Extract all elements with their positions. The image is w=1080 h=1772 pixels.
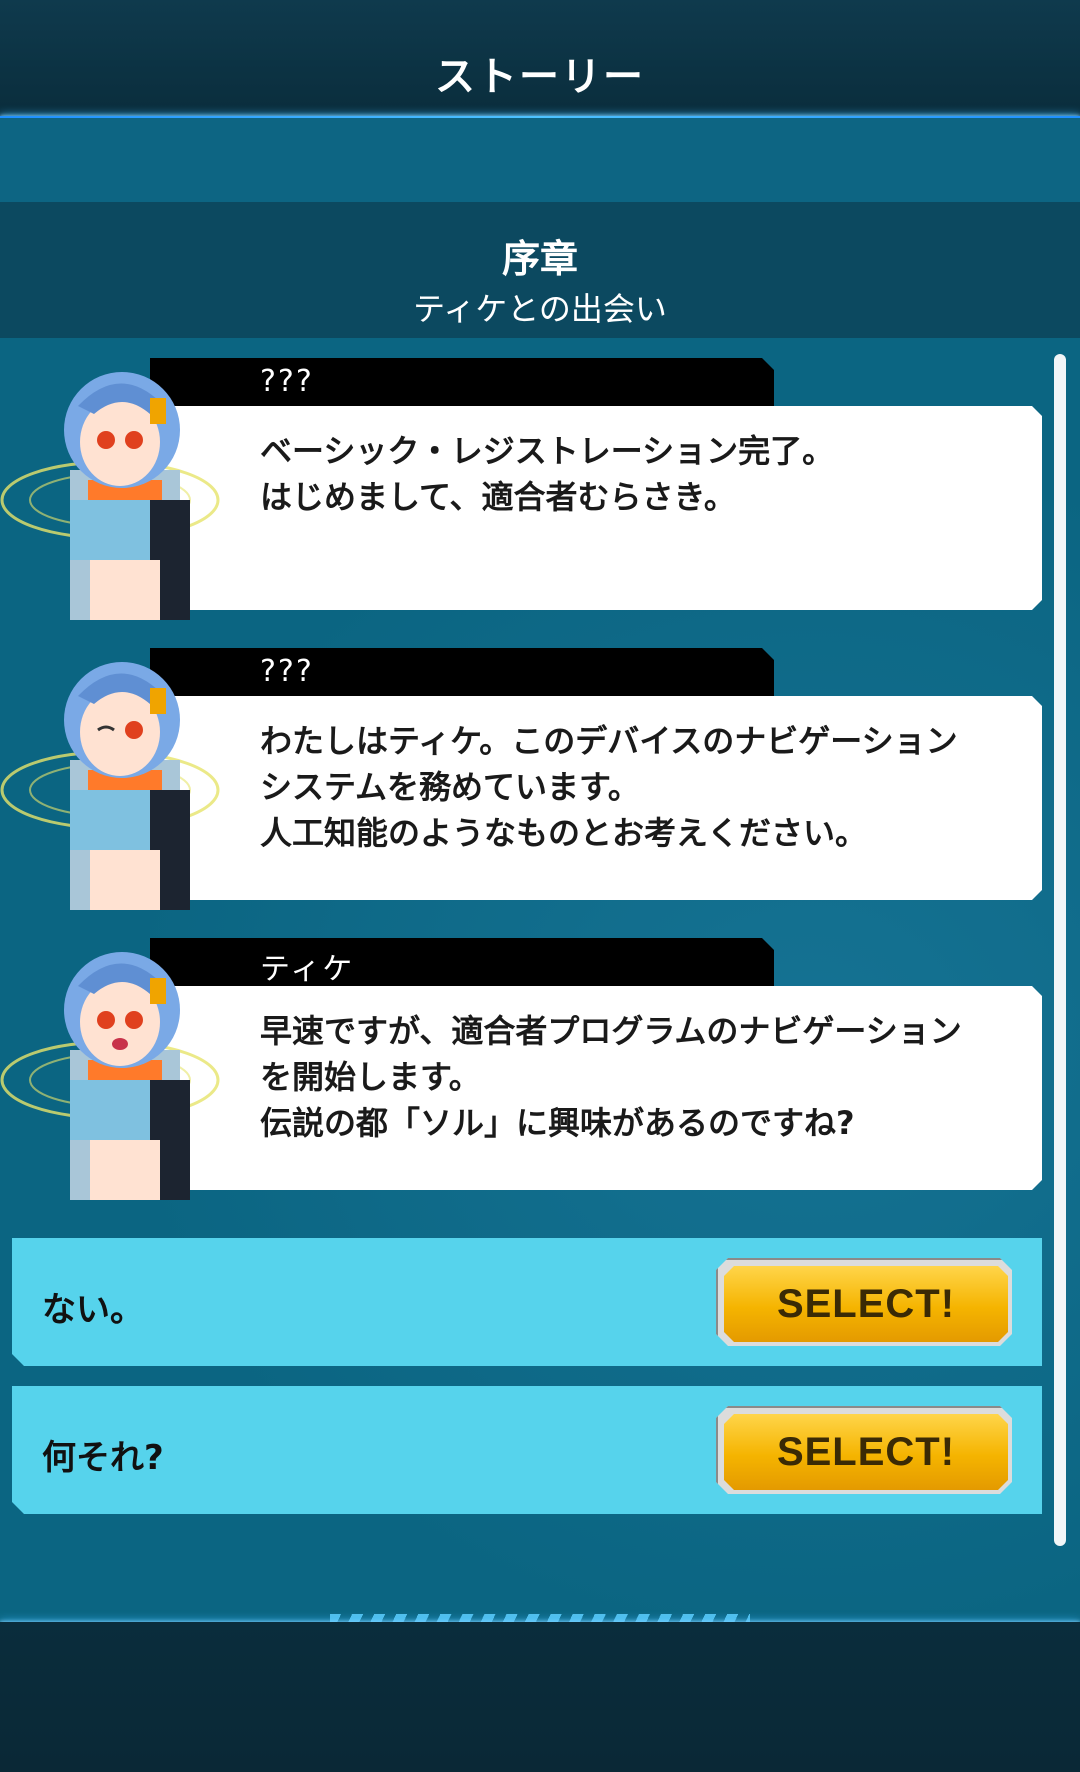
choice-label: ない。: [42, 1290, 144, 1330]
select-button[interactable]: SELECT!: [716, 1258, 1012, 1346]
chapter-header: 序章 ティケとの出会い: [0, 202, 1080, 338]
message-item: ティケ 早速ですが、適合者プログラムのナビゲーション を開始します。 伝説の都「…: [0, 938, 1060, 1208]
scrollbar[interactable]: [1054, 354, 1066, 1546]
select-button[interactable]: SELECT!: [716, 1406, 1012, 1494]
character-portrait-icon: [0, 952, 220, 1200]
choice-option[interactable]: 何それ? SELECT!: [12, 1386, 1042, 1514]
message-text: 早速ですが、適合者プログラムのナビゲーション を開始します。 伝説の都「ソル」に…: [260, 1012, 962, 1142]
select-button-label: SELECT!: [776, 1281, 956, 1326]
header-band: [0, 118, 1080, 202]
select-button-face: SELECT!: [724, 1266, 1008, 1342]
header-bar: ストーリー: [0, 0, 1080, 118]
speaker-name: ???: [260, 364, 314, 399]
character-portrait-icon: [0, 662, 220, 910]
choice-option[interactable]: ない。 SELECT!: [12, 1238, 1042, 1366]
select-button-label: SELECT!: [776, 1429, 956, 1474]
message-bubble: ベーシック・レジストレーション完了。 はじめまして、適合者むらさき。: [150, 406, 1042, 610]
story-log[interactable]: ??? ベーシック・レジストレーション完了。 はじめまして、適合者むらさき。 ?…: [0, 338, 1080, 1622]
select-button-face: SELECT!: [724, 1414, 1008, 1490]
choice-label: 何それ?: [42, 1438, 164, 1478]
character-portrait-icon: [0, 372, 220, 620]
message-text: わたしはティケ。このデバイスのナビゲーション システムを務めています。 人工知能…: [260, 722, 958, 852]
speaker-name: ティケ: [260, 952, 355, 987]
message-text: ベーシック・レジストレーション完了。 はじめまして、適合者むらさき。: [260, 432, 835, 516]
message-bubble: わたしはティケ。このデバイスのナビゲーション システムを務めています。 人工知能…: [150, 696, 1042, 900]
message-bubble: 早速ですが、適合者プログラムのナビゲーション を開始します。 伝説の都「ソル」に…: [150, 986, 1042, 1190]
message-item: ??? ベーシック・レジストレーション完了。 はじめまして、適合者むらさき。: [0, 358, 1060, 628]
page-title: ストーリー: [435, 54, 645, 100]
chapter-number: 序章: [501, 237, 578, 281]
chapter-subtitle: ティケとの出会い: [413, 290, 667, 328]
speaker-name: ???: [260, 654, 314, 689]
message-item: ??? わたしはティケ。このデバイスのナビゲーション システムを務めています。 …: [0, 648, 1060, 918]
footer-bar: [0, 1622, 1080, 1772]
